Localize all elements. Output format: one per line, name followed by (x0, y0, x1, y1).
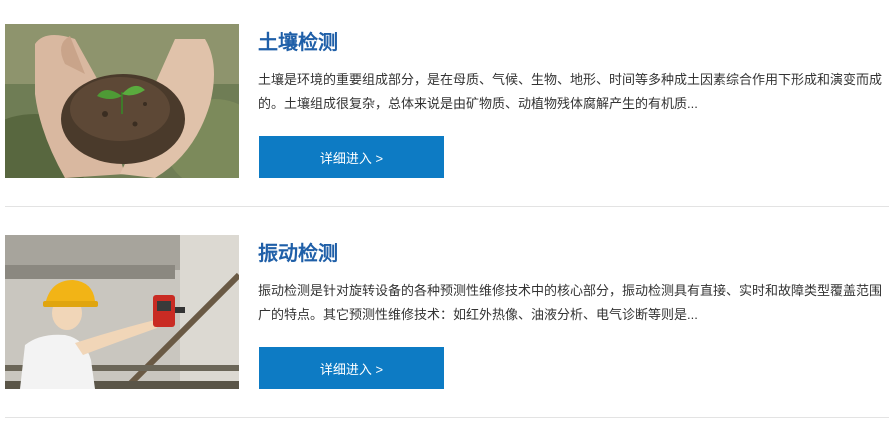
item-title[interactable]: 振动检测 (258, 240, 338, 268)
worker-vibration-image (5, 235, 239, 389)
item-description: 振动检测是针对旋转设备的各种预测性维修技术中的核心部分，振动检测具有直接、实时和… (258, 283, 883, 322)
item-title[interactable]: 土壤检测 (258, 29, 338, 57)
vibration-thumbnail[interactable] (5, 235, 239, 389)
soil-thumbnail[interactable] (5, 24, 239, 178)
details-button[interactable]: 详细进入 > (259, 136, 444, 178)
details-button[interactable]: 详细进入 > (259, 347, 444, 389)
item-description: 土壤是环境的重要组成部分，是在母质、气候、生物、地形、时间等多种成土因素综合作用… (258, 72, 883, 111)
hands-soil-image (5, 24, 239, 178)
divider (5, 417, 889, 418)
divider (5, 206, 889, 207)
